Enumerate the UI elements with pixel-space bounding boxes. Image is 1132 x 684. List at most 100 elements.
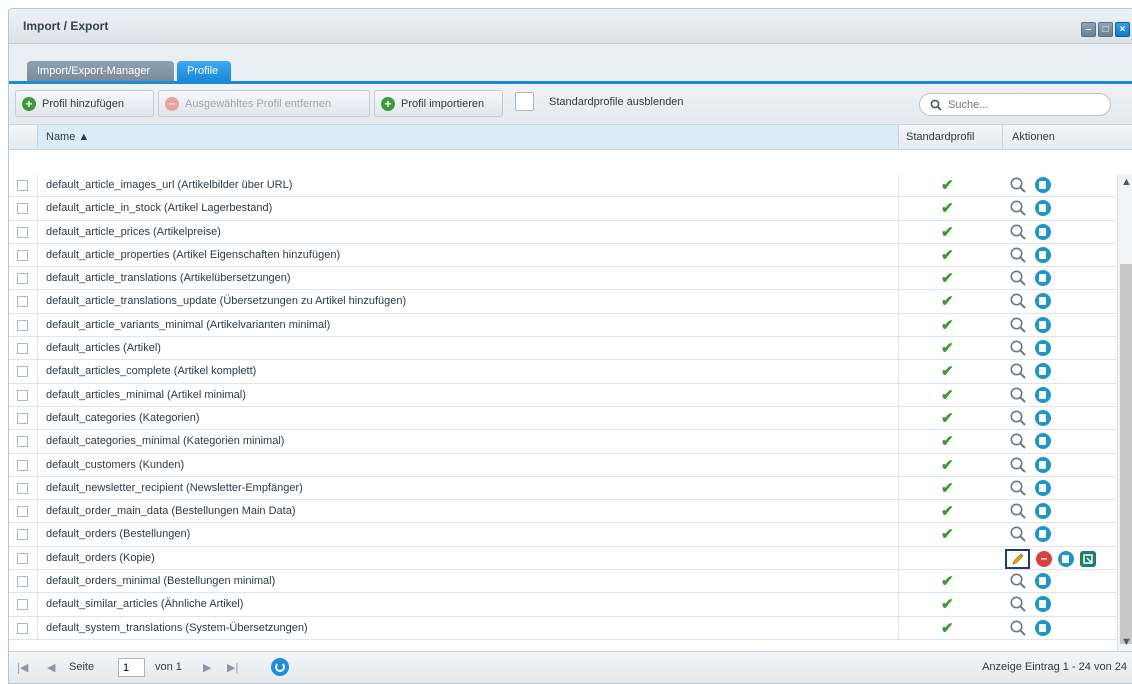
duplicate-icon[interactable] <box>1035 479 1051 496</box>
duplicate-icon[interactable] <box>1035 456 1051 473</box>
row-checkbox[interactable] <box>17 273 28 285</box>
magnifier-icon[interactable] <box>1009 292 1027 310</box>
magnifier-icon[interactable] <box>1009 409 1027 427</box>
scroll-up-icon[interactable]: ▲ <box>1121 176 1132 188</box>
duplicate-icon[interactable] <box>1035 619 1051 636</box>
row-checkbox[interactable] <box>17 436 28 448</box>
duplicate-icon[interactable] <box>1035 316 1051 333</box>
remove-profile-button[interactable]: – Ausgewähltes Profil entfernen <box>158 90 370 117</box>
row-checkbox[interactable] <box>17 366 28 378</box>
magnifier-icon[interactable] <box>1009 339 1027 357</box>
column-header-default[interactable]: Standardprofil <box>899 125 1003 149</box>
duplicate-icon[interactable] <box>1035 503 1051 520</box>
row-checkbox[interactable] <box>17 506 28 518</box>
duplicate-icon[interactable] <box>1035 433 1051 450</box>
table-row[interactable]: default_orders_minimal (Bestellungen min… <box>9 570 1117 594</box>
duplicate-icon[interactable] <box>1035 340 1051 357</box>
table-row[interactable]: default_articles (Artikel) ✔ <box>9 337 1117 361</box>
duplicate-icon[interactable] <box>1035 596 1051 613</box>
row-checkbox[interactable] <box>17 459 28 471</box>
row-checkbox[interactable] <box>17 622 28 634</box>
duplicate-icon[interactable] <box>1035 246 1051 263</box>
magnifier-icon[interactable] <box>1009 595 1027 613</box>
row-checkbox[interactable] <box>17 529 28 541</box>
row-checkbox[interactable] <box>17 249 28 261</box>
table-row[interactable]: default_article_prices (Artikelpreise) ✔ <box>9 220 1117 244</box>
tab-profile[interactable]: Profile <box>177 61 231 81</box>
table-row[interactable]: default_articles_complete (Artikel kompl… <box>9 360 1117 384</box>
minimize-icon[interactable]: – <box>1081 22 1096 37</box>
row-checkbox[interactable] <box>17 412 28 424</box>
duplicate-icon[interactable] <box>1035 223 1051 240</box>
search-input[interactable] <box>946 97 1100 112</box>
duplicate-icon[interactable] <box>1035 270 1051 287</box>
row-checkbox[interactable] <box>17 296 28 308</box>
column-header-name[interactable]: Name ▲ <box>37 125 899 149</box>
magnifier-icon[interactable] <box>1009 386 1027 404</box>
duplicate-icon[interactable] <box>1035 409 1051 426</box>
duplicate-icon[interactable] <box>1035 177 1051 193</box>
magnifier-icon[interactable] <box>1009 176 1027 194</box>
table-row[interactable]: default_categories_minimal (Kategorien m… <box>9 430 1117 454</box>
duplicate-icon[interactable] <box>1035 386 1051 403</box>
row-checkbox[interactable] <box>17 226 28 238</box>
magnifier-icon[interactable] <box>1009 502 1027 520</box>
magnifier-icon[interactable] <box>1009 525 1027 543</box>
export-icon[interactable] <box>1080 550 1096 567</box>
table-row[interactable]: default_article_translations (Artikelübe… <box>9 267 1117 291</box>
add-profile-button[interactable]: + Profil hinzufügen <box>15 90 154 117</box>
table-row[interactable]: default_article_images_url (Artikelbilde… <box>9 174 1117 198</box>
table-row[interactable]: default_article_in_stock (Artikel Lagerb… <box>9 197 1117 221</box>
table-row[interactable]: default_article_translations_update (Übe… <box>9 290 1117 314</box>
magnifier-icon[interactable] <box>1009 199 1027 217</box>
first-page-icon[interactable]: |◀ <box>17 661 28 674</box>
table-row[interactable]: default_newsletter_recipient (Newsletter… <box>9 476 1117 501</box>
close-icon[interactable]: × <box>1115 22 1130 37</box>
magnifier-icon[interactable] <box>1009 362 1027 380</box>
window-titlebar[interactable]: Import / Export – □ × <box>9 9 1132 44</box>
refresh-icon[interactable] <box>271 658 289 676</box>
duplicate-icon[interactable] <box>1035 573 1051 590</box>
table-row[interactable]: default_articles_minimal (Artikel minima… <box>9 383 1117 407</box>
row-checkbox[interactable] <box>17 343 28 355</box>
table-row[interactable]: default_similar_articles (Ähnliche Artik… <box>9 593 1117 617</box>
page-number-input[interactable] <box>118 658 145 677</box>
import-profile-button[interactable]: + Profil importieren <box>374 90 503 117</box>
magnifier-icon[interactable] <box>1009 223 1027 241</box>
magnifier-icon[interactable] <box>1009 432 1027 450</box>
table-row[interactable]: default_categories (Kategorien) ✔ <box>9 406 1117 431</box>
duplicate-icon[interactable] <box>1035 293 1051 310</box>
magnifier-icon[interactable] <box>1009 269 1027 287</box>
row-checkbox[interactable] <box>17 203 28 215</box>
row-checkbox[interactable] <box>17 180 28 191</box>
duplicate-icon[interactable] <box>1035 200 1051 217</box>
table-row[interactable]: default_orders (Kopie) – <box>9 546 1117 571</box>
magnifier-icon[interactable] <box>1009 316 1027 334</box>
table-row[interactable]: default_system_translations (System-Über… <box>9 616 1117 640</box>
row-checkbox[interactable] <box>17 389 28 401</box>
maximize-icon[interactable]: □ <box>1098 22 1113 37</box>
last-page-icon[interactable]: ▶| <box>227 661 238 674</box>
table-row[interactable]: default_article_variants_minimal (Artike… <box>9 313 1117 338</box>
table-row[interactable]: default_article_properties (Artikel Eige… <box>9 243 1117 268</box>
scrollbar-thumb[interactable] <box>1120 264 1132 644</box>
row-checkbox[interactable] <box>17 599 28 611</box>
tab-import-export-manager[interactable]: Import/Export-Manager <box>27 61 174 81</box>
column-header-actions[interactable]: Aktionen <box>1003 125 1113 149</box>
delete-icon[interactable]: – <box>1036 550 1052 567</box>
duplicate-icon[interactable] <box>1035 363 1051 380</box>
prev-page-icon[interactable]: ◀ <box>47 661 55 674</box>
next-page-icon[interactable]: ▶ <box>203 661 211 674</box>
row-checkbox[interactable] <box>17 552 28 564</box>
table-row[interactable]: default_order_main_data (Bestellungen Ma… <box>9 500 1117 524</box>
edit-pencil-icon[interactable] <box>1005 548 1030 569</box>
hide-default-profiles-checkbox[interactable] <box>515 92 534 111</box>
duplicate-icon[interactable] <box>1058 550 1074 567</box>
magnifier-icon[interactable] <box>1009 246 1027 264</box>
vertical-scrollbar[interactable]: ▲ ▼ <box>1117 174 1132 651</box>
scroll-down-icon[interactable]: ▼ <box>1121 636 1132 648</box>
table-row[interactable]: default_customers (Kunden) ✔ <box>9 453 1117 477</box>
duplicate-icon[interactable] <box>1035 526 1051 543</box>
row-checkbox[interactable] <box>17 319 28 331</box>
row-checkbox[interactable] <box>17 482 28 494</box>
